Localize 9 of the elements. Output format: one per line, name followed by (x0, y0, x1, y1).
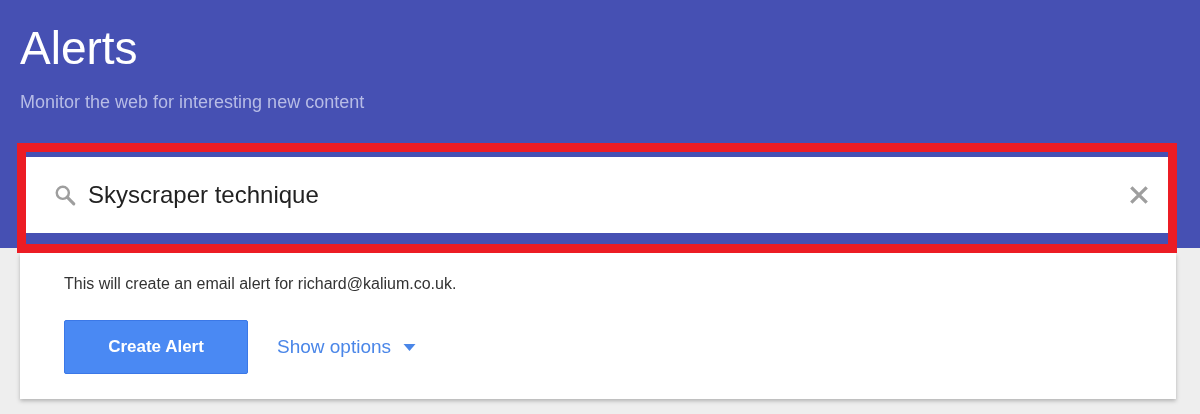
search-input[interactable]: Skyscraper technique (88, 181, 1128, 209)
alert-message: This will create an email alert for richard@kalium.co.uk. (64, 274, 458, 294)
page-title: Alerts (20, 21, 139, 76)
show-options-link[interactable]: Show options (277, 336, 417, 358)
close-icon[interactable] (1128, 184, 1150, 206)
caret-icon (403, 343, 417, 351)
search-field[interactable]: Skyscraper technique (26, 157, 1168, 233)
page-subtitle: Monitor the web for interesting new content (20, 92, 366, 113)
search-icon (54, 184, 76, 206)
